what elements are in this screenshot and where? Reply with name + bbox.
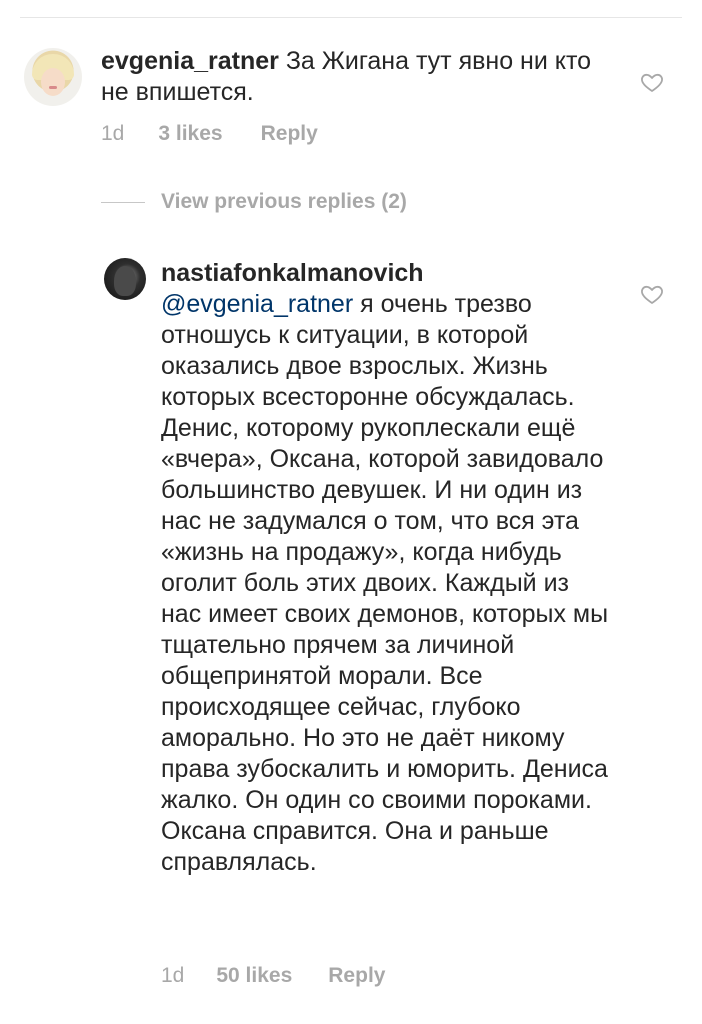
view-previous-replies-button[interactable]: View previous replies (2): [101, 190, 407, 214]
comment-likes[interactable]: 50 likes: [216, 964, 292, 988]
comment-likes[interactable]: 3 likes: [158, 122, 222, 146]
avatar[interactable]: [24, 48, 82, 106]
comment-username[interactable]: evgenia_ratner: [101, 47, 279, 75]
comment-meta: 1d 50 likes Reply: [161, 964, 385, 988]
comment-body: nastiafonkalmanovich @evgenia_ratner я о…: [161, 258, 611, 878]
replies-divider-line: [101, 201, 145, 203]
comment-username[interactable]: nastiafonkalmanovich: [161, 258, 611, 289]
comment-body: evgenia_ratner За Жигана тут явно ни кто…: [101, 46, 621, 108]
comment-meta: 1d 3 likes Reply: [101, 122, 318, 146]
comment-time: 1d: [161, 964, 185, 987]
reply-button[interactable]: Reply: [328, 964, 385, 988]
comment-time: 1d: [101, 122, 125, 145]
comment-text: я очень трезво отношусь к ситуации, в ко…: [161, 290, 609, 876]
avatar[interactable]: [104, 258, 146, 300]
comment-mention[interactable]: @evgenia_ratner: [161, 290, 353, 318]
top-divider: [20, 17, 682, 18]
avatar-face: [41, 68, 65, 96]
avatar-lips: [49, 86, 57, 89]
like-heart-icon[interactable]: [640, 70, 664, 94]
like-heart-icon[interactable]: [640, 282, 664, 306]
reply-button[interactable]: Reply: [261, 122, 318, 146]
avatar-silhouette: [114, 266, 136, 296]
view-previous-replies-label: View previous replies (2): [161, 190, 407, 213]
comments-thread: evgenia_ratner За Жигана тут явно ни кто…: [0, 0, 702, 1024]
